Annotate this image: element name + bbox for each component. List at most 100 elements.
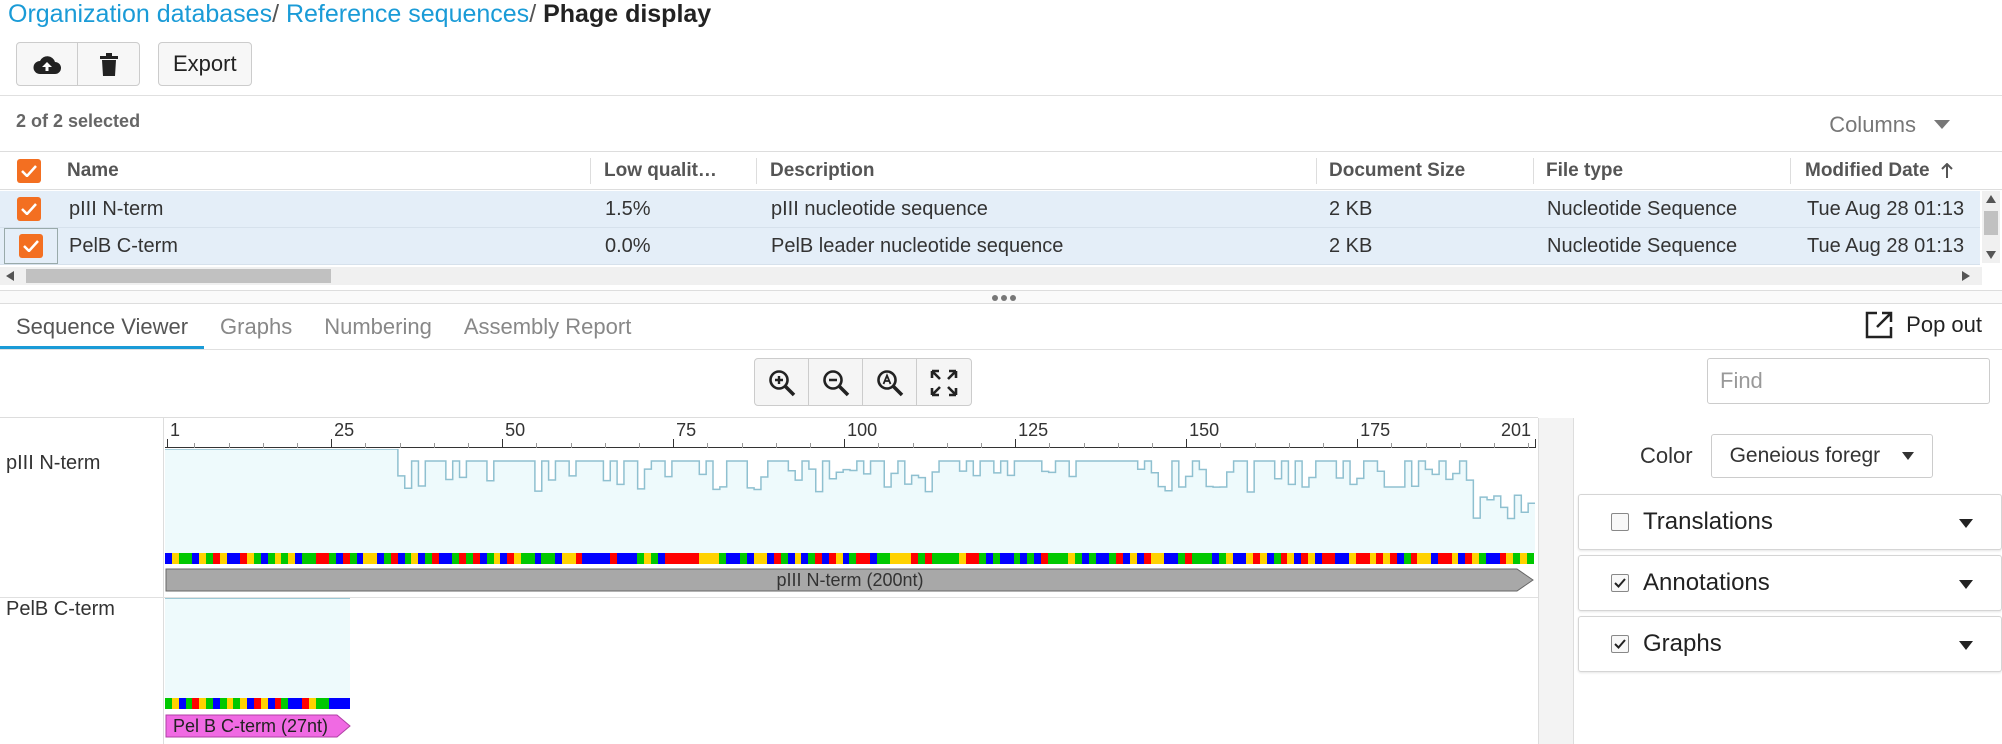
sequence-name[interactable]: PelB C-term: [6, 598, 115, 621]
base-cell: [1109, 553, 1117, 564]
ruler-minor-tick: [912, 443, 914, 448]
check-icon: [21, 203, 37, 215]
vertical-scrollbar[interactable]: [1982, 191, 2000, 263]
ruler-minor-tick: [980, 443, 982, 448]
base-cell: [664, 553, 672, 564]
ruler-minor-tick: [1254, 443, 1256, 448]
zoom-out-button[interactable]: [809, 359, 863, 405]
column-resizer[interactable]: [590, 158, 591, 184]
delete-button[interactable]: [78, 43, 139, 85]
base-cell: [1424, 553, 1432, 564]
column-resizer[interactable]: [1316, 158, 1317, 184]
base-cell: [431, 553, 439, 564]
annotation-pIII-n-term[interactable]: pIII N-term (200nt): [165, 568, 1535, 592]
column-header-name[interactable]: Name: [67, 152, 119, 189]
section-annotations[interactable]: Annotations: [1578, 555, 2002, 611]
section-translations[interactable]: Translations: [1578, 494, 2002, 550]
ruler-minor-tick: [1220, 443, 1222, 448]
ruler-minor-tick: [365, 443, 367, 448]
tab-graphs[interactable]: Graphs: [204, 305, 308, 349]
column-resizer[interactable]: [1533, 158, 1534, 184]
annotations-checkbox[interactable]: [1611, 574, 1629, 592]
cloud-upload-icon: [33, 56, 61, 74]
base-cell: [1485, 553, 1493, 564]
ruler-tick: [331, 439, 333, 448]
column-resizer[interactable]: [756, 158, 757, 184]
scroll-down-icon[interactable]: [1986, 251, 1996, 259]
annotation-label: Pel B C-term (27nt): [173, 715, 329, 736]
base-cell: [705, 553, 713, 564]
ruler-tick: [1357, 439, 1359, 448]
upload-button[interactable]: [17, 43, 78, 85]
color-select[interactable]: Geneious foregr: [1710, 434, 1933, 478]
base-cell: [1403, 553, 1411, 564]
row-checkbox[interactable]: [4, 228, 58, 264]
base-cell: [1184, 553, 1192, 564]
columns-menu-button[interactable]: Columns: [1829, 112, 1950, 138]
column-resizer[interactable]: [1790, 158, 1791, 184]
annotation-label: pIII N-term (200nt): [776, 569, 924, 590]
row-checkbox[interactable]: [17, 191, 41, 227]
cell-name: pIII N-term: [69, 197, 164, 220]
base-cell: [514, 553, 521, 564]
base-cell: [1061, 553, 1069, 564]
table-header: Name Low qualit… Description Document Si…: [0, 151, 2002, 190]
scroll-right-icon[interactable]: [1962, 271, 1970, 281]
find-input[interactable]: [1707, 358, 1990, 404]
base-cell: [1301, 553, 1308, 564]
scrollbar-thumb[interactable]: [26, 269, 331, 283]
toolbar: Export: [16, 42, 252, 86]
column-header-file-type[interactable]: File type: [1546, 152, 1623, 189]
horizontal-scrollbar[interactable]: [0, 267, 1982, 285]
panel-splitter[interactable]: [0, 290, 2002, 304]
tab-assembly-report[interactable]: Assembly Report: [448, 305, 648, 349]
graphs-checkbox[interactable]: [1611, 635, 1629, 653]
table-row[interactable]: PelB C-term 0.0% PelB leader nucleotide …: [0, 228, 1980, 265]
table-row[interactable]: pIII N-term 1.5% pIII nucleotide sequenc…: [0, 191, 1980, 228]
base-cell: [1047, 553, 1055, 564]
base-cell: [1006, 553, 1014, 564]
pop-out-button[interactable]: Pop out: [1864, 310, 1982, 340]
fit-to-window-button[interactable]: [917, 359, 971, 405]
ruler-label: 150: [1189, 420, 1220, 440]
export-button[interactable]: Export: [158, 42, 252, 86]
panel-resize-bar[interactable]: [1538, 418, 1574, 744]
ruler-tick: [1186, 439, 1188, 448]
column-header-description[interactable]: Description: [770, 152, 875, 189]
breadcrumb-link-reference-sequences[interactable]: Reference sequences: [286, 0, 529, 28]
base-cell: [281, 698, 289, 709]
base-cell: [726, 553, 734, 564]
color-label: Color: [1640, 443, 1693, 468]
section-graphs[interactable]: Graphs: [1578, 616, 2002, 672]
base-cell: [363, 553, 371, 564]
scroll-up-icon[interactable]: [1986, 195, 1996, 203]
breadcrumb: Organization databases/ Reference sequen…: [8, 0, 711, 30]
column-header-low-quality[interactable]: Low qualit…: [604, 152, 717, 189]
base-cell: [233, 698, 241, 709]
scroll-left-icon[interactable]: [6, 271, 14, 281]
scrollbar-thumb[interactable]: [1984, 211, 1998, 235]
base-cell: [774, 553, 781, 564]
base-cell: [1054, 553, 1062, 564]
base-cell: [301, 698, 309, 709]
base-cell: [1520, 553, 1527, 564]
base-cell: [972, 553, 980, 564]
select-all-checkbox[interactable]: [17, 152, 41, 189]
base-cell: [1150, 553, 1158, 564]
base-cell: [1314, 553, 1322, 564]
breadcrumb-link-organization-databases[interactable]: Organization databases: [8, 0, 272, 28]
annotation-pelb-c-term[interactable]: Pel B C-term (27nt): [165, 714, 351, 738]
tab-numbering[interactable]: Numbering: [308, 305, 448, 349]
translations-checkbox[interactable]: [1611, 513, 1629, 531]
column-header-modified-date[interactable]: Modified Date: [1805, 152, 1954, 189]
base-cell: [527, 553, 535, 564]
section-label: Graphs: [1643, 630, 1722, 657]
sequence-name[interactable]: pIII N-term: [6, 452, 100, 475]
tab-sequence-viewer[interactable]: Sequence Viewer: [0, 305, 205, 349]
column-header-document-size[interactable]: Document Size: [1329, 152, 1465, 189]
zoom-in-button[interactable]: [755, 359, 809, 405]
base-cell: [1307, 553, 1315, 564]
zoom-to-selection-button[interactable]: [863, 359, 917, 405]
base-cell: [767, 553, 775, 564]
base-cell: [958, 553, 966, 564]
